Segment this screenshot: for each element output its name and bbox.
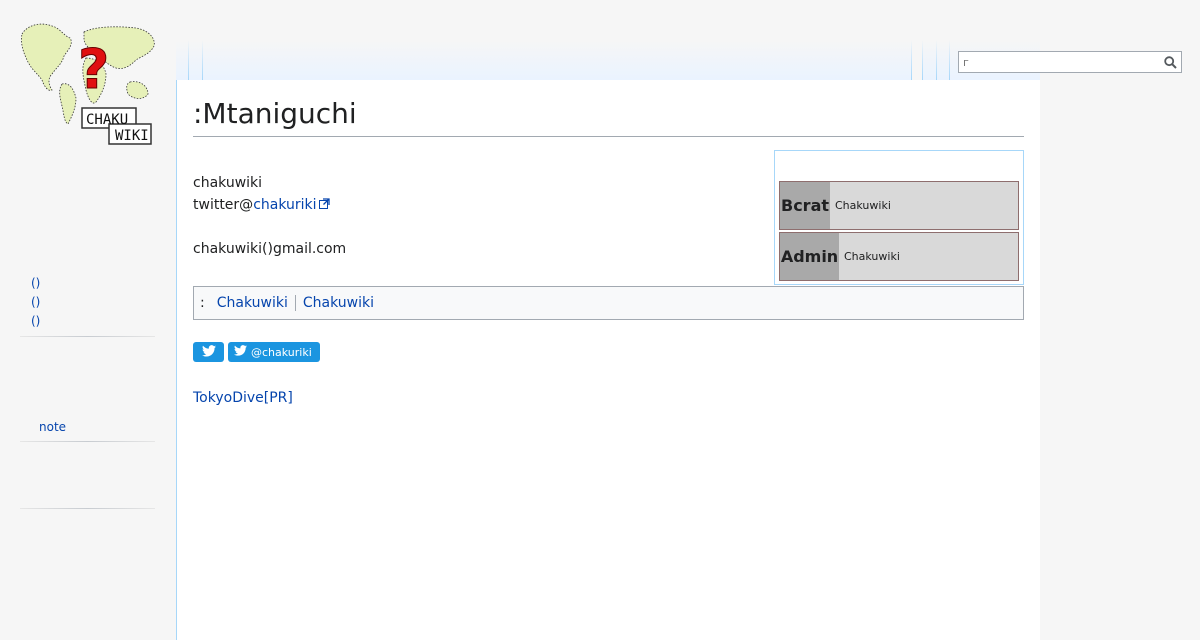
follow-button[interactable]: @chakuriki (228, 342, 320, 362)
svg-text:CHAKU: CHAKU (86, 112, 128, 128)
category-link[interactable]: Chakuwiki (303, 295, 374, 311)
search-box (958, 51, 1182, 73)
content-panel: :Mtaniguchi chakuwiki twitter@chakuriki … (176, 80, 1040, 640)
userbox-panel: Bcrat Chakuwiki Admin Chakuwiki (774, 150, 1024, 285)
userbox-info: Chakuwiki (844, 250, 900, 263)
svg-text:?: ? (78, 38, 109, 101)
category-prefix: : (200, 295, 205, 311)
category-separator (294, 295, 296, 311)
twitter-account-link[interactable]: chakuriki (253, 197, 316, 213)
site-logo[interactable]: ? CHAKU WIKI (18, 18, 158, 148)
twitter-line: twitter@chakuriki (193, 194, 346, 216)
sidebar-item-note[interactable]: note (39, 418, 66, 437)
search-input[interactable] (959, 53, 1160, 71)
intro-line: chakuwiki (193, 175, 263, 191)
userbox-bcrat: Bcrat Chakuwiki (779, 181, 1019, 230)
userbox-info: Chakuwiki (835, 199, 891, 212)
sidebar-item-1[interactable]: () (31, 274, 40, 293)
follow-label: @chakuriki (251, 345, 312, 359)
sidebar-item-3[interactable]: () (31, 312, 40, 331)
twitter-bird-icon (234, 345, 247, 359)
category-link[interactable]: Chakuwiki (217, 295, 288, 311)
sidebar-item-2[interactable]: () (31, 293, 40, 312)
sidebar-divider (20, 441, 155, 442)
twitter-bird-icon (201, 344, 216, 360)
email-line: chakuwiki()gmail.com (193, 241, 347, 257)
external-link-icon (318, 194, 330, 216)
page-tabs-bar (176, 40, 912, 81)
userbox-code: Admin (780, 233, 839, 280)
twitter-prefix: twitter@ (193, 197, 254, 213)
page-title: :Mtaniguchi (193, 96, 1024, 137)
userbox-code: Bcrat (780, 182, 830, 229)
promo-link[interactable]: TokyoDive[PR] (193, 390, 293, 406)
userbox-admin: Admin Chakuwiki (779, 232, 1019, 281)
tweet-button[interactable] (193, 342, 224, 362)
search-icon[interactable] (1159, 52, 1181, 72)
svg-text:WIKI: WIKI (115, 128, 149, 144)
page-body: chakuwiki twitter@chakuriki chakuwiki()g… (193, 172, 346, 260)
sidebar-divider (20, 508, 155, 509)
sidebar-divider (20, 336, 155, 337)
category-links: : Chakuwiki Chakuwiki (193, 286, 1024, 320)
